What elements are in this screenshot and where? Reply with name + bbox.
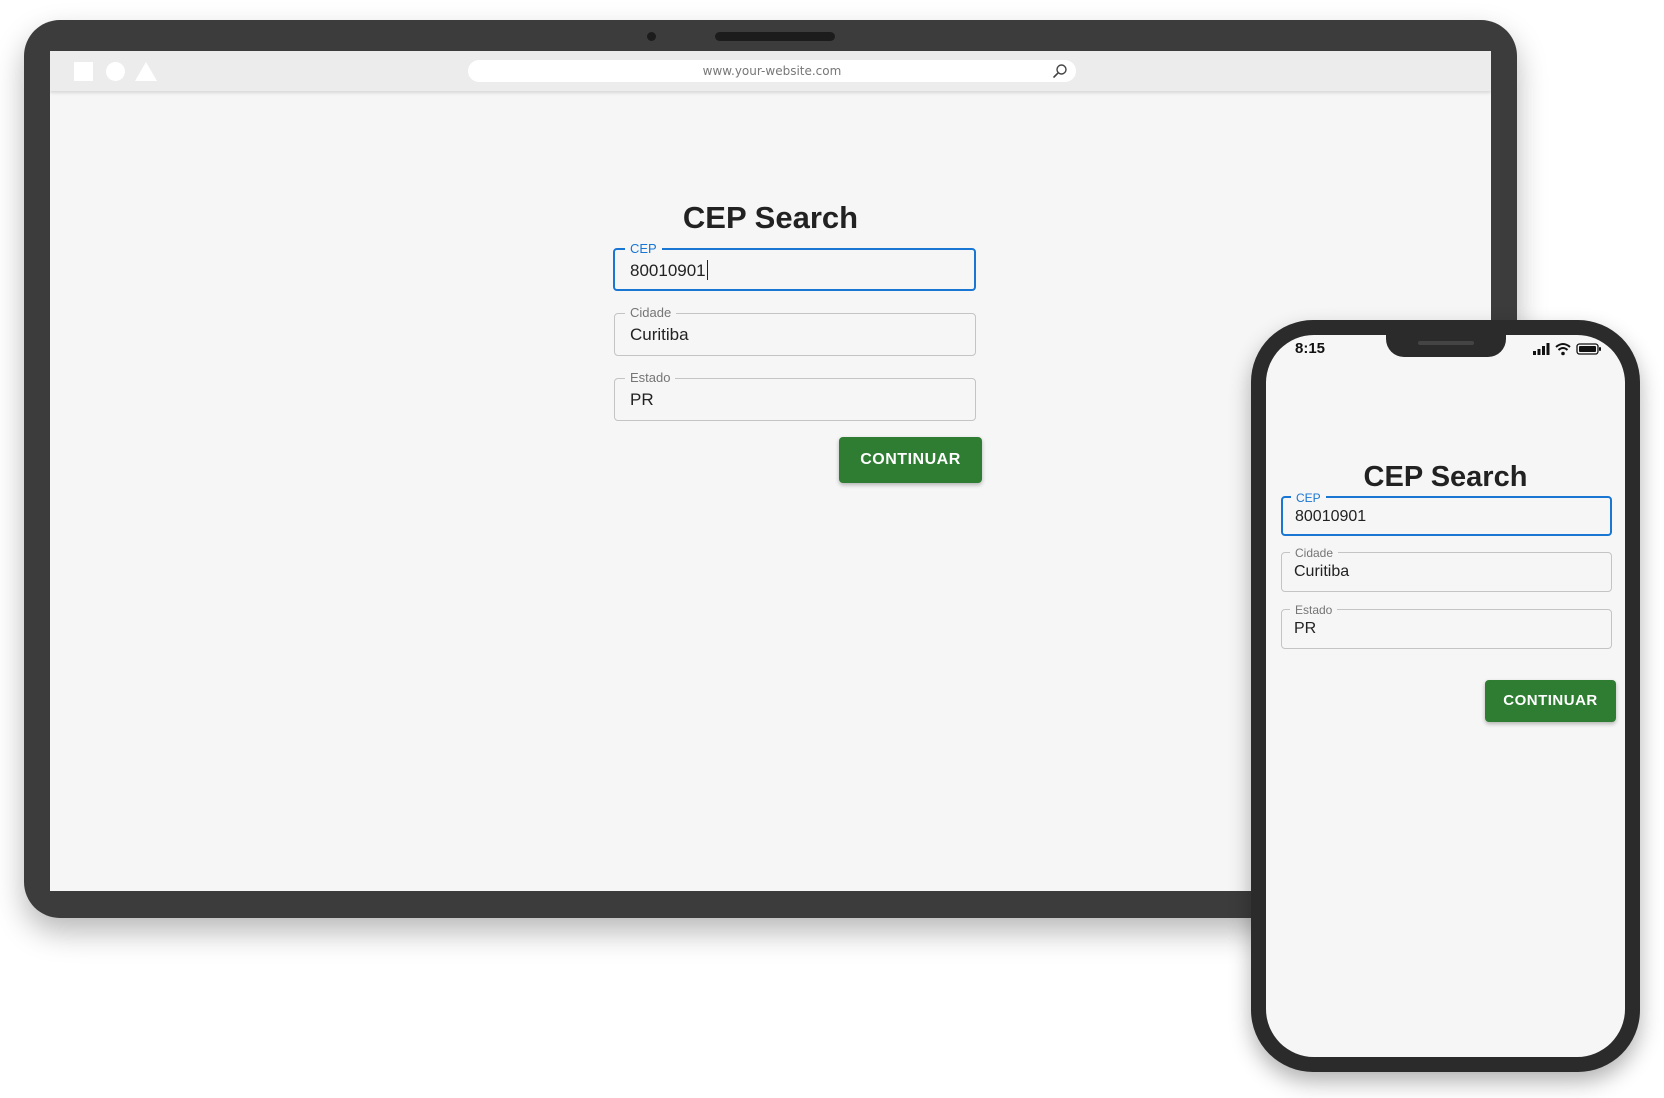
text-caret — [706, 260, 708, 281]
mobile-cidade-field[interactable]: Cidade Curitiba — [1281, 545, 1612, 592]
estado-field-label: Estado — [625, 370, 676, 386]
mobile-estado-field[interactable]: Estado PR — [1281, 602, 1612, 649]
phone-screen: 8:15 CEP Search CEP 80010901 Cidade Curi… — [1266, 335, 1625, 1057]
mobile-cep-field-label: CEP — [1291, 490, 1326, 506]
tablet-sensor — [797, 32, 806, 41]
mobile-estado-field-label: Estado — [1290, 602, 1338, 618]
mobile-estado-field-value[interactable]: PR — [1294, 620, 1316, 638]
mobile-cidade-field-value[interactable]: Curitiba — [1294, 563, 1349, 581]
estado-field-value[interactable]: PR — [630, 390, 654, 410]
tablet-camera — [647, 32, 656, 41]
cep-field-value[interactable]: 80010901 — [630, 260, 708, 281]
estado-field[interactable]: Estado PR — [614, 370, 976, 421]
mobile-continuar-button[interactable]: CONTINUAR — [1485, 680, 1616, 722]
mobile-cidade-field-label: Cidade — [1290, 545, 1339, 561]
cep-field[interactable]: CEP 80010901 — [613, 241, 976, 291]
cidade-field-value[interactable]: Curitiba — [630, 325, 689, 345]
cep-field-label: CEP — [625, 241, 662, 257]
phone-device: 8:15 CEP Search CEP 80010901 Cidade Curi… — [1251, 320, 1640, 1072]
cidade-field[interactable]: Cidade Curitiba — [614, 305, 976, 356]
tablet-speaker — [715, 32, 835, 41]
mobile-cep-search-form: CEP Search CEP 80010901 Cidade Curitiba … — [1266, 335, 1625, 1057]
cidade-field-label: Cidade — [625, 305, 677, 321]
continuar-button[interactable]: CONTINUAR — [839, 437, 982, 483]
mobile-cep-field-value[interactable]: 80010901 — [1295, 508, 1366, 526]
mobile-cep-field[interactable]: CEP 80010901 — [1281, 490, 1612, 536]
page-title: CEP Search — [682, 200, 859, 235]
